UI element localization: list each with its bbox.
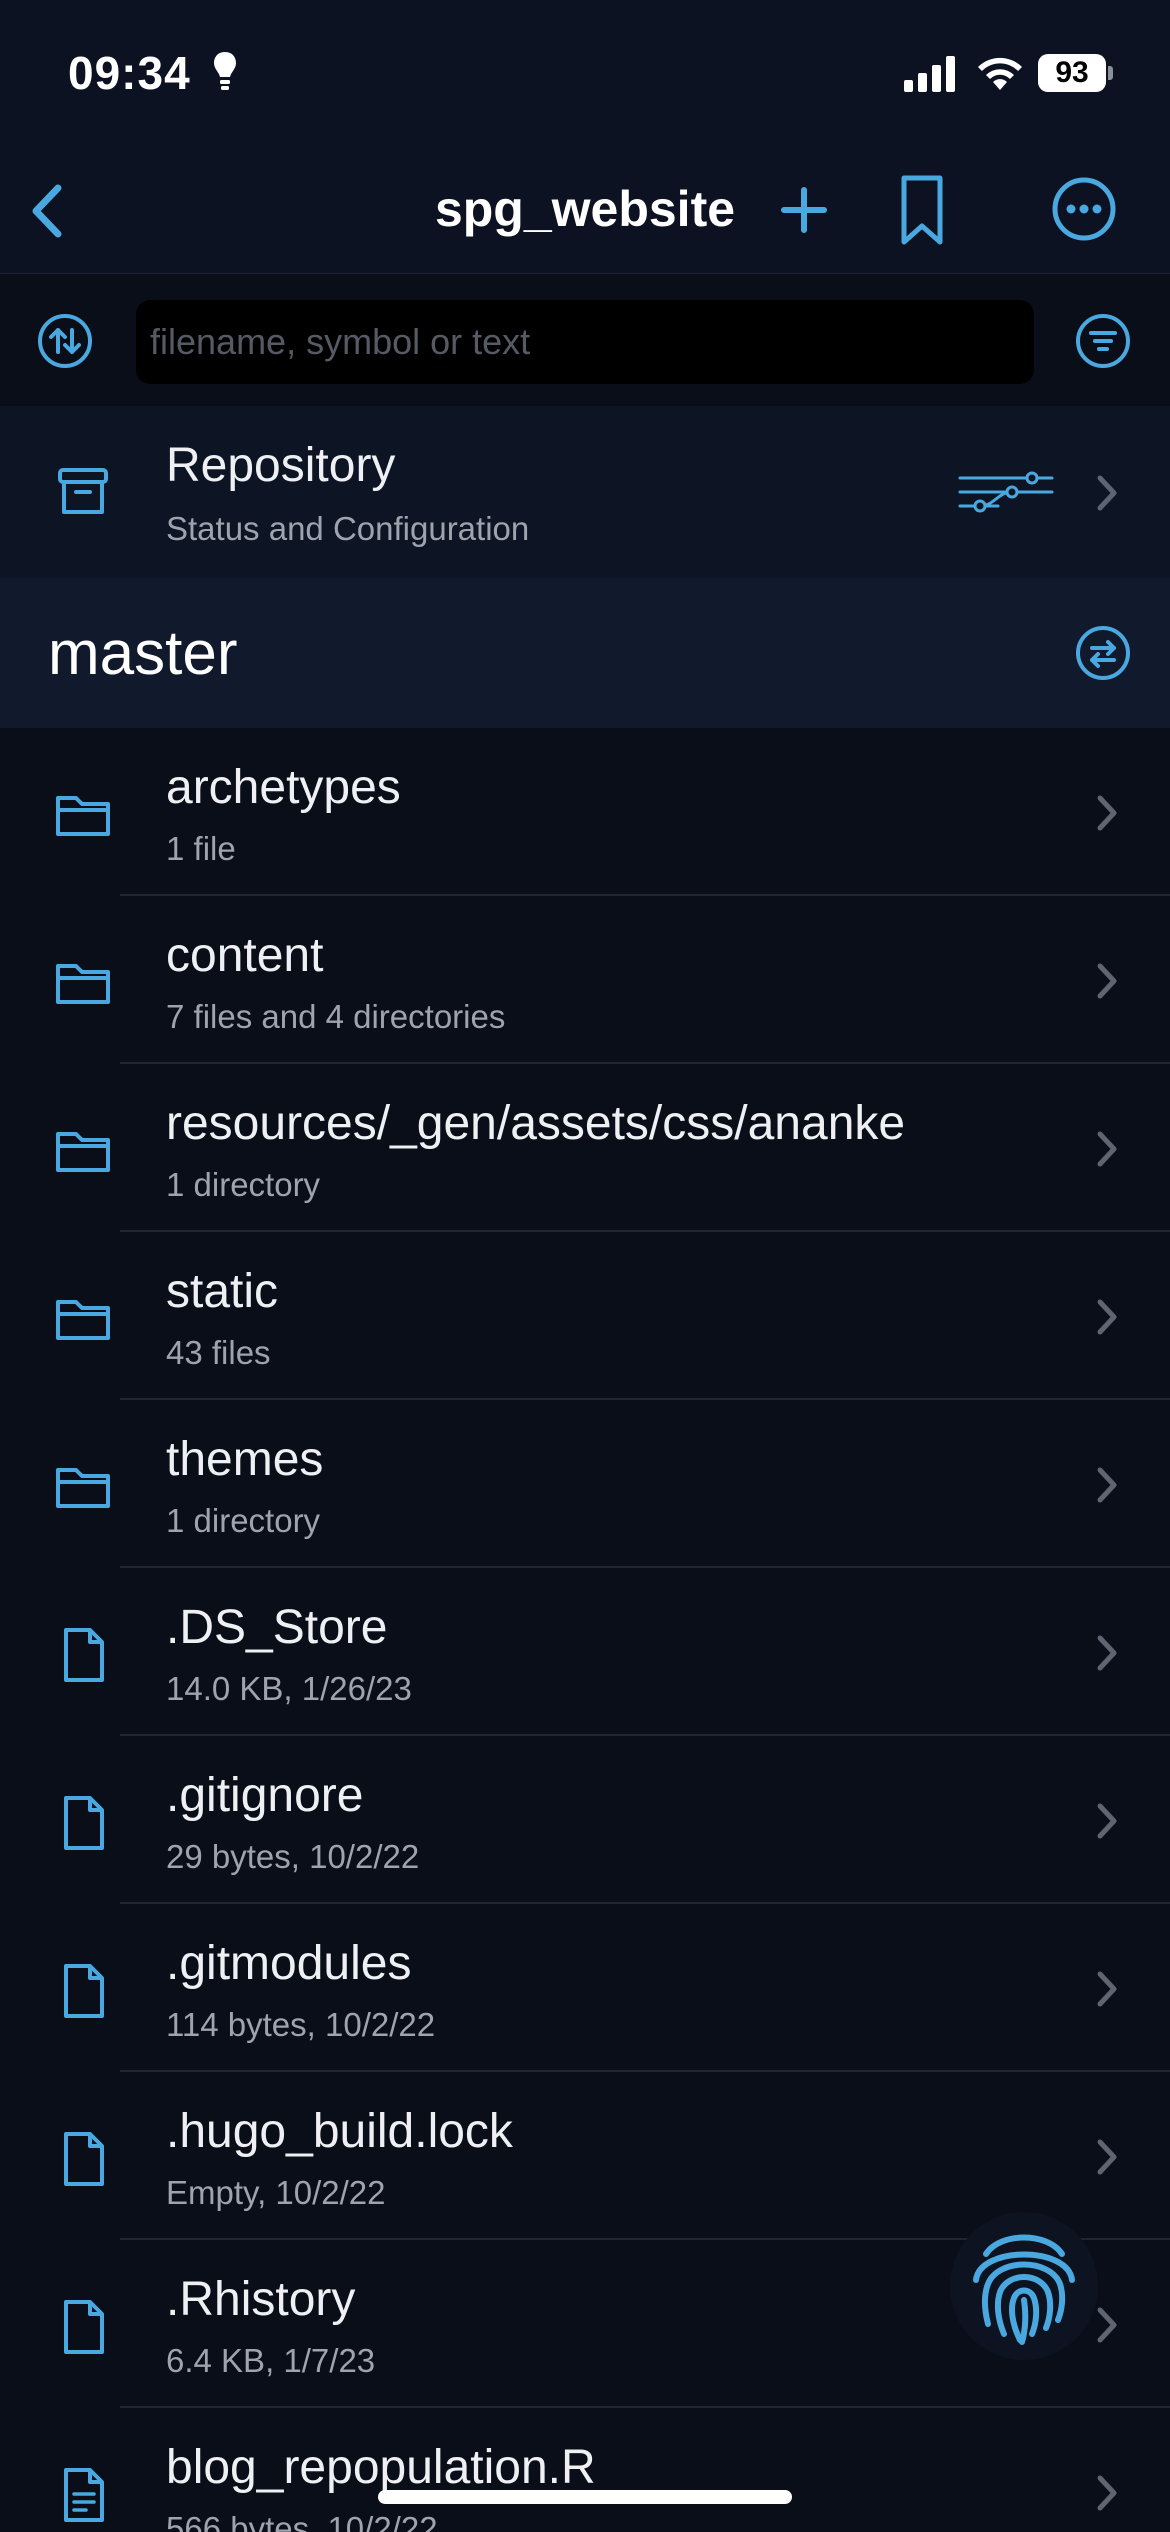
- ellipsis-circle-icon[interactable]: [1050, 174, 1118, 244]
- file-detail: 6.4 KB, 1/7/23: [166, 2342, 376, 2379]
- chevron-right-icon: [1097, 2475, 1117, 2511]
- document-icon: [64, 2132, 104, 2186]
- file-name: .Rhistory: [166, 2273, 356, 2326]
- branch-header: master: [0, 578, 1170, 728]
- file-detail: Empty, 10/2/22: [166, 2174, 386, 2211]
- lightbulb-icon: [214, 52, 236, 90]
- sort-arrows-icon[interactable]: [36, 312, 94, 370]
- switch-branch-icon[interactable]: [1074, 624, 1132, 682]
- file-detail: 14.0 KB, 1/26/23: [166, 1670, 412, 1707]
- file-detail: 43 files: [166, 1334, 271, 1371]
- file-list-item[interactable]: .gitmodules 114 bytes, 10/2/22: [0, 1904, 1170, 2072]
- folder-icon: [56, 796, 110, 836]
- navigation-bar: spg_website: [0, 150, 1170, 274]
- file-list-item[interactable]: blog_repopulation.R 566 bytes, 10/2/22: [0, 2408, 1170, 2532]
- filter-icon[interactable]: [1074, 312, 1132, 370]
- file-name: static: [166, 1265, 279, 1318]
- wifi-icon: [978, 57, 1022, 90]
- chevron-right-icon: [1097, 475, 1117, 511]
- status-bar: 09:34 93: [0, 0, 1170, 150]
- battery-indicator: 93: [1038, 54, 1106, 92]
- document-icon: [64, 1628, 104, 1682]
- chevron-right-icon: [1097, 1635, 1117, 1671]
- repository-subtitle: Status and Configuration: [166, 510, 530, 547]
- file-list-item[interactable]: archetypes 1 file: [0, 728, 1170, 896]
- chevron-right-icon: [1097, 1131, 1117, 1167]
- file-detail: 1 directory: [166, 1166, 321, 1203]
- document-icon: [64, 2300, 104, 2354]
- branch-name: master: [48, 619, 238, 688]
- file-list-item[interactable]: resources/_gen/assets/css/ananke 1 direct…: [0, 1064, 1170, 1232]
- file-name: .gitignore: [166, 1769, 364, 1822]
- file-detail: 1 directory: [166, 1502, 321, 1539]
- battery-cap: [1108, 66, 1113, 80]
- plus-icon[interactable]: [776, 180, 832, 240]
- status-time: 09:34: [68, 47, 191, 99]
- file-detail: 1 file: [166, 830, 236, 867]
- fingerprint-icon: [973, 2234, 1075, 2345]
- fingerprint-button[interactable]: [950, 2212, 1098, 2360]
- file-detail: 29 bytes, 10/2/22: [166, 1838, 420, 1875]
- chevron-right-icon: [1097, 1299, 1117, 1335]
- folder-icon: [56, 964, 110, 1004]
- home-indicator: [378, 2490, 792, 2504]
- search-bar: [0, 274, 1170, 406]
- chevron-right-icon: [1097, 795, 1117, 831]
- file-detail: 7 files and 4 directories: [166, 998, 506, 1035]
- page-title: spg_website: [434, 181, 736, 237]
- file-name: archetypes: [166, 761, 401, 814]
- chevron-right-icon: [1097, 2139, 1117, 2175]
- file-list-item[interactable]: content 7 files and 4 directories: [0, 896, 1170, 1064]
- cellular-signal-icon: [904, 56, 955, 92]
- file-name: resources/_gen/assets/css/ananke: [166, 1097, 906, 1150]
- folder-icon: [56, 1468, 110, 1508]
- file-list-item[interactable]: themes 1 directory: [0, 1400, 1170, 1568]
- file-name: .DS_Store: [166, 1601, 388, 1654]
- file-list-item[interactable]: .gitignore 29 bytes, 10/2/22: [0, 1736, 1170, 1904]
- repository-row[interactable]: Repository Status and Configuration: [0, 406, 1170, 578]
- file-list-item[interactable]: .hugo_build.lock Empty, 10/2/22: [0, 2072, 1170, 2240]
- document-icon: [64, 1796, 104, 1850]
- chevron-right-icon: [1097, 1971, 1117, 2007]
- archive-box-icon: [58, 468, 108, 514]
- chevron-right-icon: [1097, 963, 1117, 999]
- file-name: content: [166, 929, 324, 982]
- file-detail: 114 bytes, 10/2/22: [166, 2006, 436, 2043]
- folder-icon: [56, 1300, 110, 1340]
- repository-title: Repository: [166, 439, 396, 492]
- search-input[interactable]: [136, 300, 1034, 384]
- file-name: .gitmodules: [166, 1937, 412, 1990]
- chevron-right-icon: [1097, 2307, 1117, 2343]
- file-list-item[interactable]: static 43 files: [0, 1232, 1170, 1400]
- file-name: themes: [166, 1433, 324, 1486]
- file-detail: 566 bytes, 10/2/22: [166, 2510, 438, 2532]
- file-name: .hugo_build.lock: [166, 2105, 513, 2158]
- document-icon: [64, 1964, 104, 2018]
- file-name: blog_repopulation.R: [166, 2441, 596, 2494]
- bookmark-icon[interactable]: [894, 172, 950, 248]
- chevron-right-icon: [1097, 1803, 1117, 1839]
- text-document-icon: [64, 2468, 104, 2522]
- chevron-right-icon: [1097, 1467, 1117, 1503]
- file-list-item[interactable]: .DS_Store 14.0 KB, 1/26/23: [0, 1568, 1170, 1736]
- folder-icon: [56, 1132, 110, 1172]
- branch-graph-icon[interactable]: [958, 468, 1054, 516]
